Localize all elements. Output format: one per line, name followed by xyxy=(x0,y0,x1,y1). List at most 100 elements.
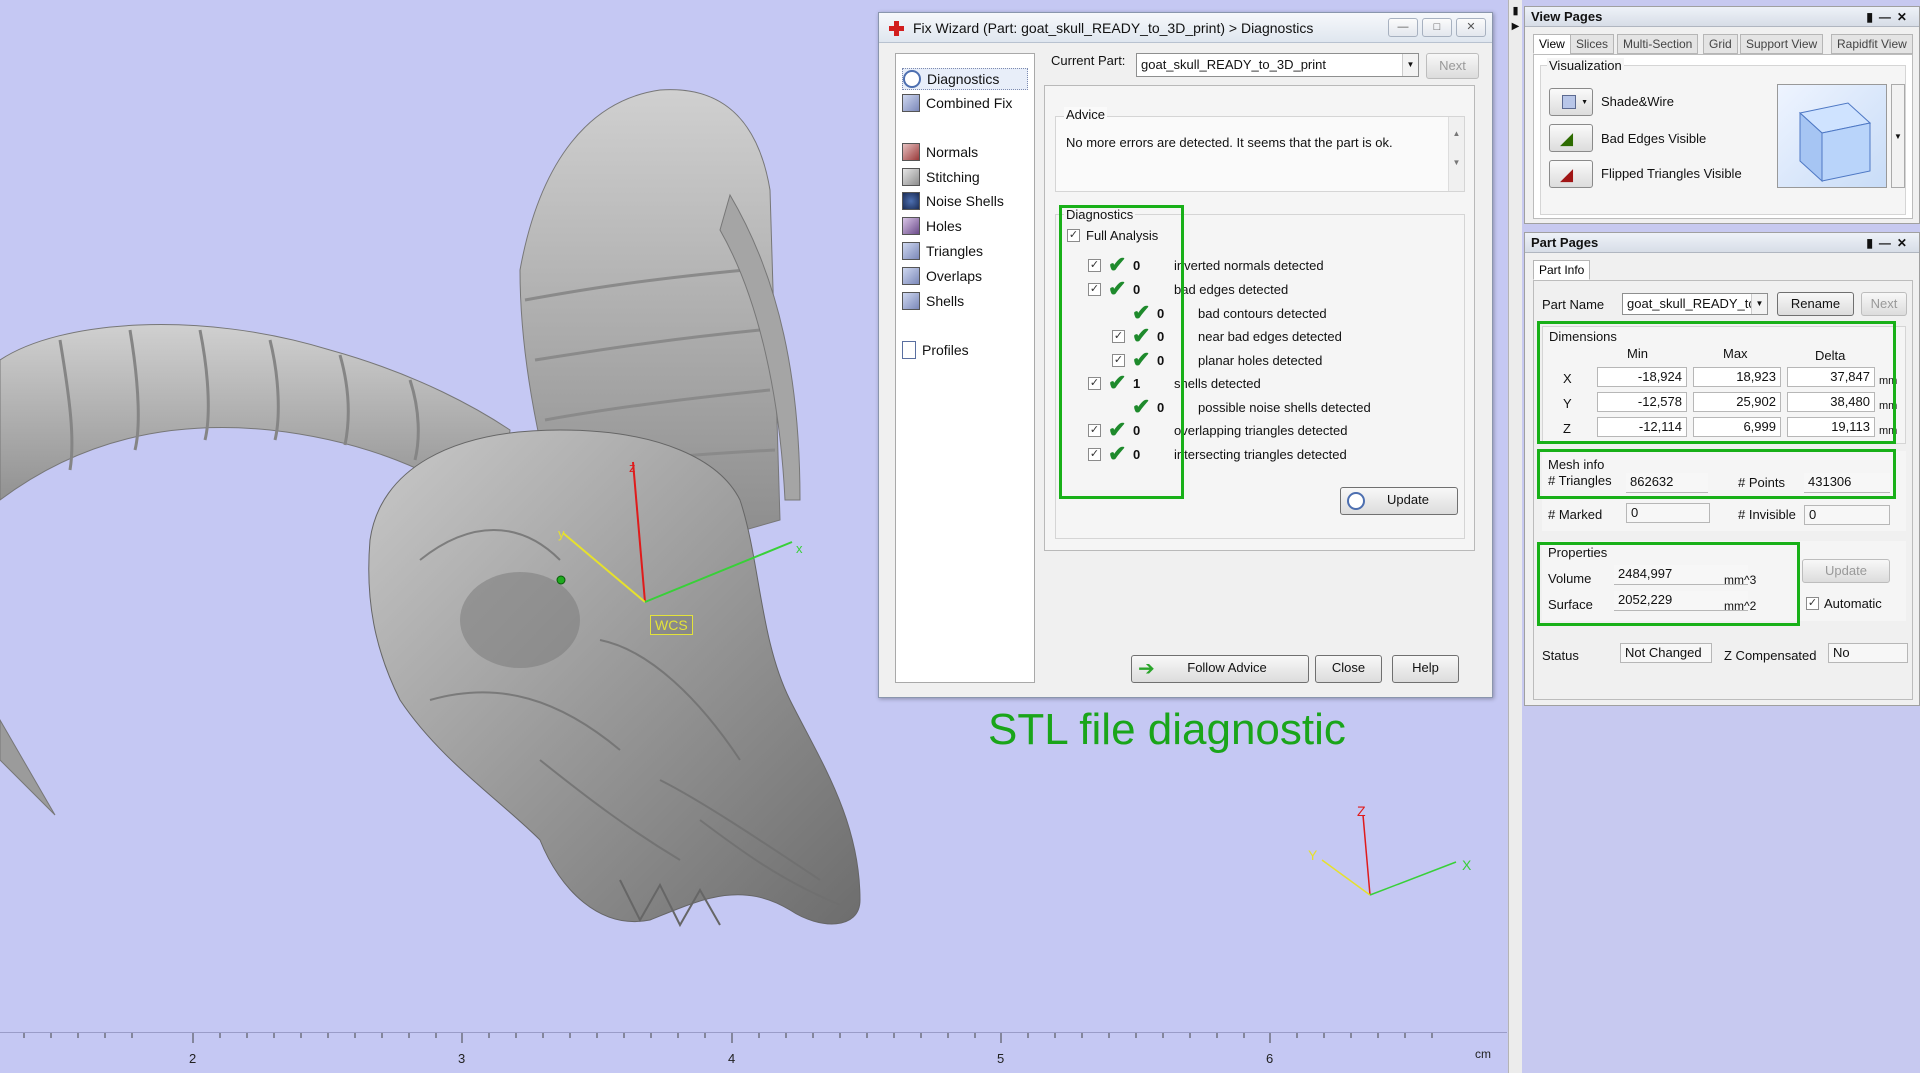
shade-wire-button[interactable]: ▼ xyxy=(1549,88,1593,116)
view-pages-panel: View Pages ▮—✕ View Slices Multi-Section… xyxy=(1524,6,1920,224)
view-cube-dropdown[interactable]: ▼ xyxy=(1891,84,1905,188)
view-cube-preview[interactable] xyxy=(1777,84,1887,188)
properties-update-button[interactable]: Update xyxy=(1802,559,1890,583)
dock-toolbar[interactable]: ▮ ▶ xyxy=(1508,0,1522,1073)
z-compensated-field[interactable]: No xyxy=(1828,643,1908,663)
mesh-info-highlight-box xyxy=(1537,449,1896,499)
help-button[interactable]: Help xyxy=(1392,655,1459,683)
part-pages-title: Part Pages xyxy=(1531,235,1599,250)
gizmo-z-text: Z xyxy=(1357,803,1366,819)
rename-button[interactable]: Rename xyxy=(1777,292,1854,316)
maximize-button[interactable]: □ xyxy=(1422,18,1452,37)
fix-wizard-dialog[interactable]: Fix Wizard (Part: goat_skull_READY_to_3D… xyxy=(878,12,1493,698)
nav-item-combined-fix[interactable]: Combined Fix xyxy=(902,92,1012,114)
stitching-icon xyxy=(902,168,920,186)
part-next-button[interactable]: Next xyxy=(1861,292,1907,316)
nav-item-label: Stitching xyxy=(926,169,980,185)
part-name-select[interactable]: goat_skull_READY_tc ▼ xyxy=(1622,293,1768,315)
panel-controls[interactable]: ▮—✕ xyxy=(1866,7,1913,27)
bad-edges-button[interactable]: ◢ xyxy=(1549,124,1593,152)
row-text: bad contours detected xyxy=(1198,306,1327,321)
view-tab-content: Visualization ▼ Shade&Wire ◢ Bad Edges V… xyxy=(1533,54,1913,219)
wizard-title: Fix Wizard (Part: goat_skull_READY_to_3D… xyxy=(913,20,1314,36)
nav-item-label: Noise Shells xyxy=(926,193,1004,209)
nav-item-noise-shells[interactable]: Noise Shells xyxy=(902,190,1004,212)
ruler-tick-label: 4 xyxy=(728,1051,736,1066)
ruler-unit: cm xyxy=(1475,1047,1491,1061)
part-name-label: Part Name xyxy=(1542,297,1605,312)
tab-slices[interactable]: Slices xyxy=(1570,34,1615,54)
axis-z-text: z xyxy=(629,460,636,475)
caption-text: STL file diagnostic xyxy=(988,705,1346,754)
chevron-down-icon: ▼ xyxy=(1402,54,1418,76)
nav-item-label: Profiles xyxy=(922,342,969,358)
close-window-button[interactable]: ✕ xyxy=(1456,18,1486,37)
tab-part-info[interactable]: Part Info xyxy=(1533,260,1591,280)
invisible-field[interactable]: 0 xyxy=(1804,505,1890,525)
current-part-label: Current Part: xyxy=(1051,53,1126,68)
row-text: planar holes detected xyxy=(1198,353,1323,368)
automatic-label: Automatic xyxy=(1824,596,1882,611)
minimize-button[interactable]: — xyxy=(1388,18,1418,37)
diagnostics-highlight-box xyxy=(1059,205,1184,499)
nav-item-diagnostics[interactable]: Diagnostics xyxy=(902,68,1028,90)
dimensions-highlight-box xyxy=(1537,321,1896,444)
shells-icon xyxy=(902,292,920,310)
tab-multi-section[interactable]: Multi-Section xyxy=(1617,34,1699,54)
arrow-icon[interactable]: ▶ xyxy=(1509,21,1522,32)
flipped-triangles-label: Flipped Triangles Visible xyxy=(1601,166,1742,181)
nav-item-label: Triangles xyxy=(926,243,984,259)
tab-grid[interactable]: Grid xyxy=(1703,34,1738,54)
nav-item-shells[interactable]: Shells xyxy=(902,290,964,312)
nav-item-profiles[interactable]: Profiles xyxy=(902,339,969,361)
view-pages-title: View Pages xyxy=(1531,9,1603,24)
nav-item-triangles[interactable]: Triangles xyxy=(902,240,983,262)
part-name-value: goat_skull_READY_tc xyxy=(1627,296,1755,311)
close-button[interactable]: Close xyxy=(1315,655,1382,683)
marked-label: # Marked xyxy=(1548,507,1603,522)
arrow-right-icon: ➔ xyxy=(1138,658,1155,680)
nav-item-label: Shells xyxy=(926,293,965,309)
ruler-tick-label: 6 xyxy=(1266,1051,1274,1066)
z-compensated-label: Z Compensated xyxy=(1724,648,1817,663)
gizmo-x-text: X xyxy=(1462,857,1472,873)
magnifier-icon xyxy=(903,70,921,88)
status-field[interactable]: Not Changed xyxy=(1620,643,1712,663)
triangles-icon xyxy=(902,242,920,260)
nav-item-normals[interactable]: Normals xyxy=(902,141,978,163)
row-text: bad edges detected xyxy=(1174,282,1289,297)
visualization-group: Visualization ▼ Shade&Wire ◢ Bad Edges V… xyxy=(1540,58,1906,215)
status-label: Status xyxy=(1542,648,1579,663)
diagnostics-update-button[interactable]: Update xyxy=(1340,487,1458,515)
advice-group: Advice No more errors are detected. It s… xyxy=(1055,107,1465,192)
bad-edges-label: Bad Edges Visible xyxy=(1601,131,1707,146)
tab-rapidfit-view[interactable]: Rapidfit View xyxy=(1831,34,1913,54)
part-pages-header: Part Pages ▮—✕ xyxy=(1525,233,1919,253)
follow-advice-button[interactable]: ➔ Follow Advice xyxy=(1131,655,1309,683)
wizard-titlebar[interactable]: Fix Wizard (Part: goat_skull_READY_to_3D… xyxy=(879,13,1492,43)
nav-item-overlaps[interactable]: Overlaps xyxy=(902,265,982,287)
automatic-checkbox[interactable]: ✓ xyxy=(1806,597,1819,610)
nav-item-label: Overlaps xyxy=(926,268,983,284)
pin-icon[interactable]: ▮ xyxy=(1509,4,1522,17)
current-part-select[interactable]: goat_skull_READY_to_3D_print ▼ xyxy=(1136,53,1419,77)
document-icon xyxy=(902,341,916,359)
next-button[interactable]: Next xyxy=(1426,53,1479,79)
tab-support-view[interactable]: Support View xyxy=(1740,34,1824,54)
advice-scrollbar[interactable]: ▲ ▼ xyxy=(1448,117,1464,191)
flipped-triangles-button[interactable]: ◢ xyxy=(1549,160,1593,188)
row-text: inverted normals detected xyxy=(1174,258,1324,273)
wcs-label: WCS xyxy=(650,615,693,635)
row-text: near bad edges detected xyxy=(1198,329,1342,344)
cube-icon xyxy=(1562,95,1576,109)
tab-view[interactable]: View xyxy=(1533,34,1571,54)
marked-field[interactable]: 0 xyxy=(1626,503,1710,523)
nav-item-holes[interactable]: Holes xyxy=(902,215,962,237)
update-label: Update xyxy=(1387,492,1429,507)
horizontal-ruler: 2 3 4 5 6 cm xyxy=(0,1032,1507,1073)
nav-item-label: Diagnostics xyxy=(927,71,1000,87)
panel-controls[interactable]: ▮—✕ xyxy=(1866,233,1913,253)
row-text: possible noise shells detected xyxy=(1198,400,1371,415)
nav-item-stitching[interactable]: Stitching xyxy=(902,166,980,188)
chevron-down-icon: ▼ xyxy=(1751,294,1767,314)
